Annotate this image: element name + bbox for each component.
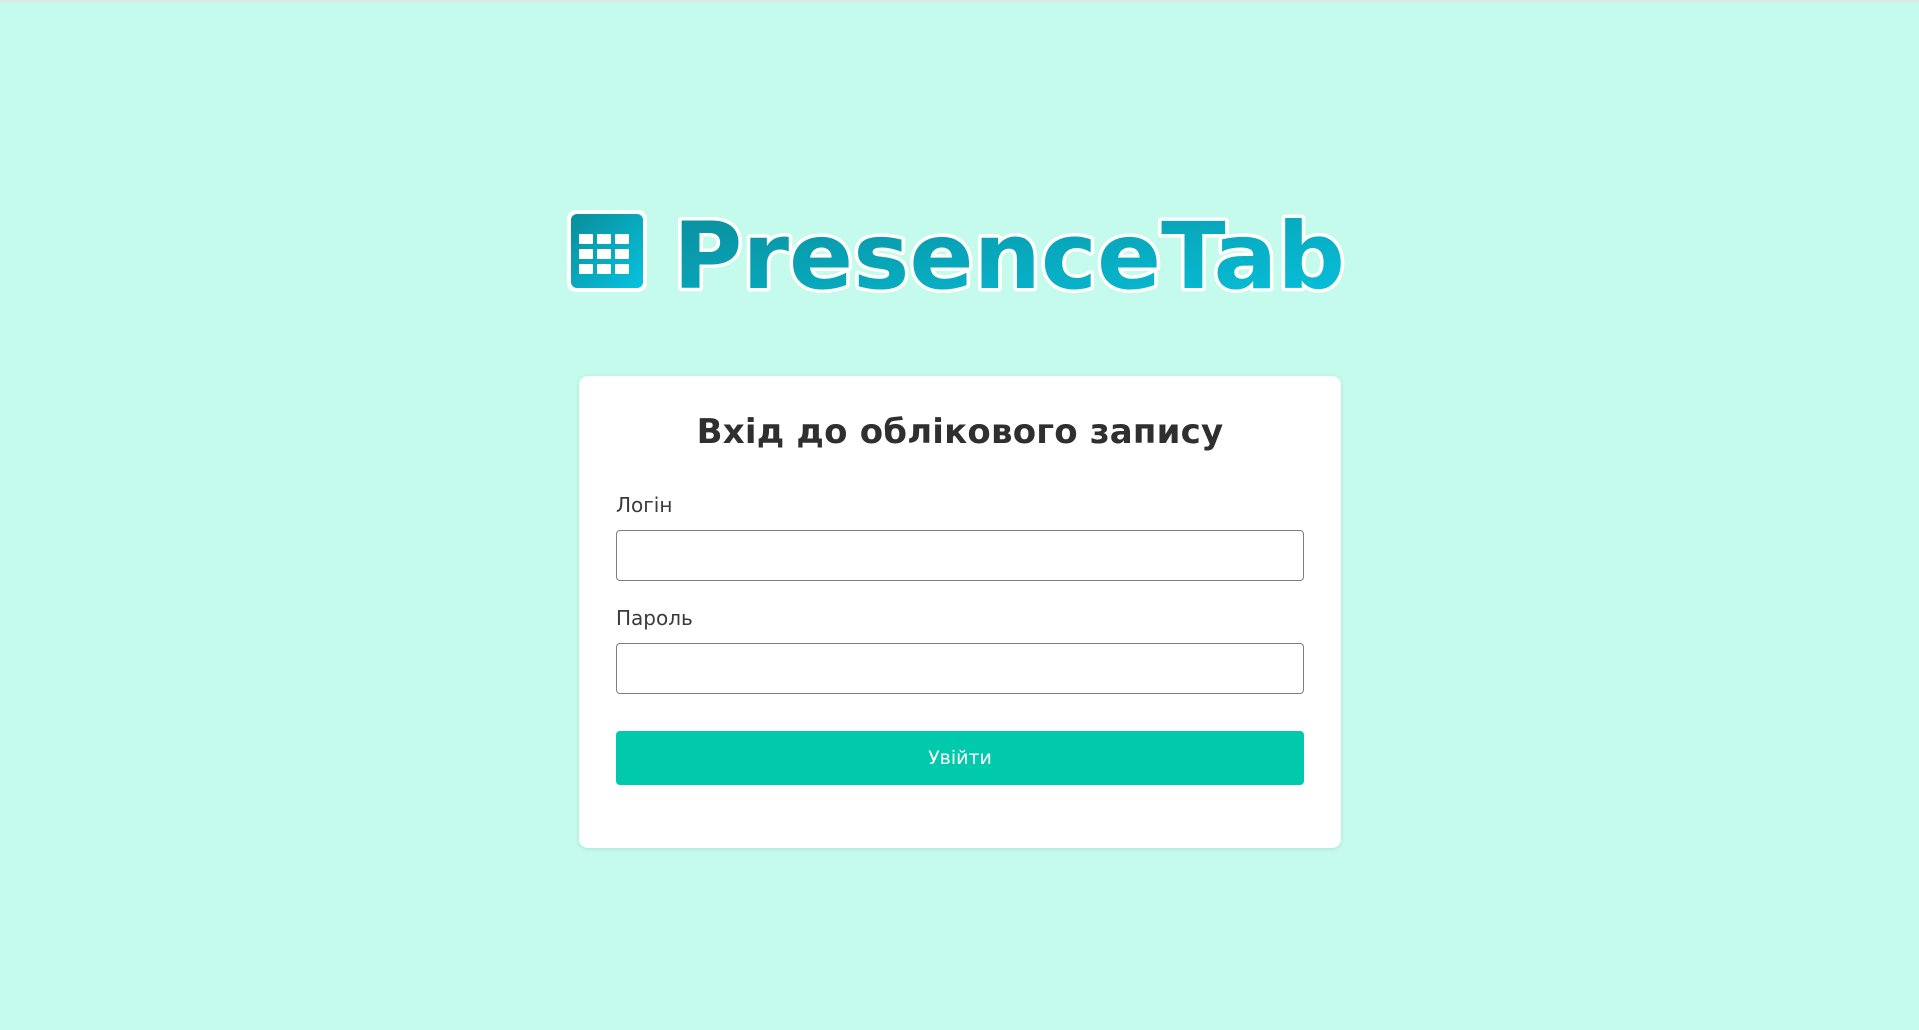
login-title: Вхід до облікового запису xyxy=(696,412,1224,452)
login-card: Вхід до облікового запису Логін Пароль У… xyxy=(579,376,1341,848)
password-label: Пароль xyxy=(616,606,693,630)
presencetab-logo: PresenceTab xyxy=(565,208,1355,298)
top-border xyxy=(0,0,1919,2)
password-input[interactable] xyxy=(616,643,1304,694)
brand-name: PresenceTab xyxy=(673,208,1345,298)
login-button[interactable]: Увійти xyxy=(616,731,1304,785)
login-label: Логін xyxy=(616,493,673,517)
calendar-grid-icon xyxy=(567,210,647,292)
login-input[interactable] xyxy=(616,530,1304,581)
